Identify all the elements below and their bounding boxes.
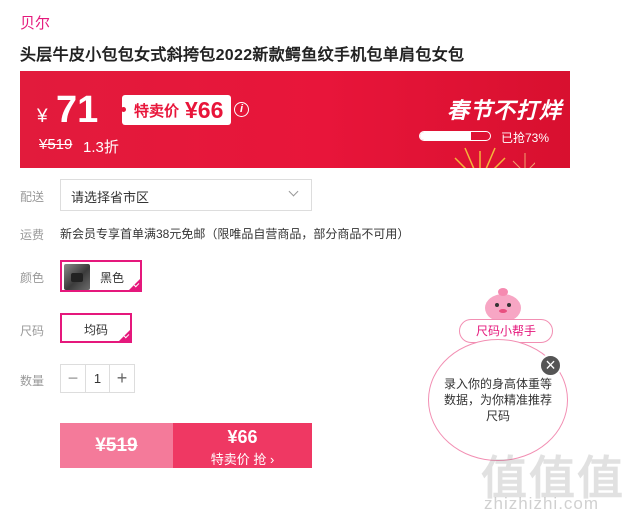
shipping-label: 运费 bbox=[20, 228, 45, 242]
original-price-button[interactable]: ¥519 bbox=[60, 423, 173, 468]
buy-sale-price: ¥66 bbox=[227, 427, 258, 447]
color-option-label: 黑色 bbox=[100, 271, 125, 285]
close-icon[interactable]: × bbox=[539, 354, 562, 377]
color-option-black[interactable]: 黑色 bbox=[60, 260, 142, 292]
delivery-label: 配送 bbox=[20, 190, 45, 204]
quantity-label: 数量 bbox=[20, 374, 45, 388]
current-price: 71 bbox=[56, 89, 99, 131]
quantity-stepper: − 1 + bbox=[60, 364, 135, 393]
size-label: 尺码 bbox=[20, 324, 45, 338]
sold-progress-bar bbox=[419, 131, 491, 141]
selected-check-icon bbox=[128, 278, 141, 291]
increase-button[interactable]: + bbox=[110, 365, 134, 392]
watermark-site: zhizhizhi.com bbox=[484, 494, 600, 513]
size-option-one-size[interactable]: 均码 bbox=[60, 313, 132, 343]
color-label: 颜色 bbox=[20, 271, 45, 285]
mascot-icon bbox=[485, 288, 521, 322]
product-title: 头层牛皮小包包女式斜挎包2022新款鳄鱼纹手机包单肩包女包 bbox=[20, 47, 465, 64]
special-price-label: 特卖价 bbox=[134, 102, 180, 120]
region-select[interactable]: 请选择省市区 bbox=[60, 179, 312, 211]
info-icon[interactable]: i bbox=[234, 102, 249, 117]
special-price-value: ¥66 bbox=[185, 96, 224, 123]
size-helper-text: 录入你的身高体重等数据，为你精准推荐尺码 bbox=[444, 377, 553, 423]
shipping-info: 新会员专享首单满38元免邮（限唯品自营商品，部分商品不可用） bbox=[60, 227, 410, 241]
currency-symbol: ¥ bbox=[37, 106, 48, 127]
product-thumbnail bbox=[64, 264, 90, 290]
quantity-input[interactable]: 1 bbox=[85, 365, 110, 392]
discount-label: 1.3折 bbox=[83, 139, 119, 156]
original-price: ¥519 bbox=[39, 136, 73, 153]
size-option-label: 均码 bbox=[84, 323, 109, 337]
buy-sale-label: 特卖价 抢 › bbox=[210, 452, 275, 467]
festival-slogan: 春节不打烊 bbox=[447, 98, 563, 123]
chevron-down-icon bbox=[288, 186, 299, 197]
sold-percent-text: 已抢73% bbox=[501, 131, 550, 145]
brand-name[interactable]: 贝尔 bbox=[20, 12, 50, 33]
sold-progress-fill bbox=[420, 132, 472, 140]
selected-check-icon bbox=[118, 329, 131, 342]
decrease-button[interactable]: − bbox=[61, 365, 85, 392]
price-banner: ¥ 71 特卖价 ¥66 i ¥519 1.3折 春节不打烊 已抢73% bbox=[20, 71, 570, 168]
region-select-value: 请选择省市区 bbox=[71, 190, 150, 205]
special-price-tag: 特卖价 ¥66 bbox=[120, 95, 232, 125]
buy-now-button[interactable]: ¥66 特卖价 抢 › bbox=[173, 423, 312, 468]
